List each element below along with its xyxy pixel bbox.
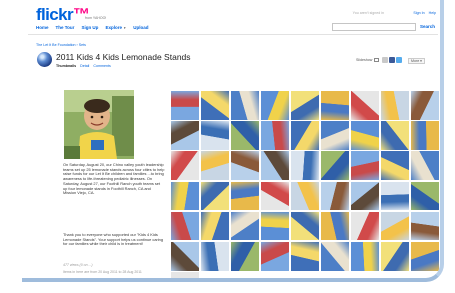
photo-thumbnail[interactable] (350, 211, 380, 241)
photo-thumbnail[interactable] (171, 91, 200, 120)
main-nav: Home The Tour Sign Up Explore ▼ Upload (36, 25, 148, 30)
photo-thumbnail[interactable] (290, 121, 320, 150)
photo-thumbnail[interactable] (380, 211, 410, 241)
breadcrumb[interactable]: The Let It Be Foundation › Sets (36, 43, 86, 47)
photo-thumbnail[interactable] (230, 121, 260, 150)
photo-thumbnail[interactable] (380, 91, 410, 120)
photo-thumbnail[interactable] (200, 151, 230, 180)
nav-explore-label: Explore (105, 25, 122, 30)
cover-photo-image (64, 90, 134, 159)
photo-thumbnail[interactable] (350, 121, 380, 150)
photo-thumbnail[interactable] (290, 211, 320, 241)
photo-thumbnail[interactable] (260, 91, 290, 120)
photo-thumbnail[interactable] (171, 211, 200, 241)
photo-thumbnail[interactable] (290, 241, 320, 271)
photo-thumbnail[interactable] (320, 91, 350, 120)
photo-thumbnail[interactable] (200, 181, 230, 211)
photo-thumbnail[interactable] (410, 151, 440, 180)
slideshow-button[interactable]: Slideshow (356, 58, 380, 62)
photo-thumbnail[interactable] (320, 151, 350, 180)
photo-thumbnail[interactable] (290, 181, 320, 211)
photo-thumbnail[interactable] (200, 91, 230, 120)
page-title: 2011 Kids 4 Kids Lemonade Stands (56, 52, 191, 62)
help-link[interactable]: Help (429, 11, 436, 15)
set-thanks: Thank you to everyone who supported our … (63, 232, 164, 247)
share-icons (382, 57, 402, 63)
utility-links: Sign In Help (413, 11, 436, 15)
photo-thumbnail[interactable] (320, 241, 350, 271)
header-divider (28, 34, 438, 35)
photo-thumbnail[interactable] (410, 181, 440, 211)
photo-thumbnail[interactable] (260, 181, 290, 211)
nav-home[interactable]: Home (36, 25, 49, 30)
logo-trademark: ™ (73, 5, 90, 24)
photo-thumbnail[interactable] (171, 181, 200, 211)
tab-comments[interactable]: Comments (93, 64, 110, 68)
photo-thumbnail[interactable] (320, 211, 350, 241)
photo-thumbnail[interactable] (350, 241, 380, 271)
photo-thumbnail[interactable] (410, 91, 440, 120)
photo-thumbnail[interactable] (171, 272, 200, 278)
photo-thumbnail[interactable] (200, 121, 230, 150)
nav-tour[interactable]: The Tour (56, 25, 75, 30)
nav-explore[interactable]: Explore ▼ (105, 25, 126, 30)
photo-thumbnail[interactable] (230, 181, 260, 211)
photo-thumbnail[interactable] (230, 211, 260, 241)
tab-thumbnails[interactable]: Thumbnails (56, 64, 76, 68)
flickr-logo[interactable]: flickr™ (36, 5, 90, 24)
signin-status: You aren't signed in (352, 11, 384, 15)
set-tabs: Thumbnails Detail Comments (56, 64, 111, 68)
photo-thumbnail[interactable] (350, 181, 380, 211)
photo-thumbnail[interactable] (230, 91, 260, 120)
search-button[interactable]: Search (420, 24, 435, 29)
photo-thumbnail[interactable] (230, 241, 260, 271)
photo-thumbnail[interactable] (380, 181, 410, 211)
photo-thumbnail[interactable] (380, 241, 410, 271)
photo-thumbnail[interactable] (200, 211, 230, 241)
photo-thumbnail[interactable] (320, 181, 350, 211)
view-count: 477 views (0 on ...) (63, 263, 93, 267)
photo-thumbnail[interactable] (171, 121, 200, 150)
photo-thumbnail[interactable] (380, 121, 410, 150)
photo-grid (171, 91, 440, 278)
search-input[interactable] (332, 23, 416, 31)
twitter-share-icon[interactable] (396, 57, 402, 63)
signin-link[interactable]: Sign In (413, 11, 424, 15)
more-button[interactable]: More ▾ (408, 58, 425, 64)
tab-detail[interactable]: Detail (80, 64, 89, 68)
photo-thumbnail[interactable] (350, 151, 380, 180)
nav-upload[interactable]: Upload (133, 25, 148, 30)
photo-thumbnail[interactable] (260, 241, 290, 271)
photo-thumbnail[interactable] (260, 211, 290, 241)
date-range: Items in here are from 20 Aug 2011 to 28… (63, 270, 142, 274)
planet-set-icon (37, 52, 52, 67)
facebook-share-icon[interactable] (389, 57, 395, 63)
logo-subtitle: from YAHOO! (85, 16, 107, 20)
photo-thumbnail[interactable] (230, 151, 260, 180)
slideshow-label: Slideshow (356, 58, 373, 62)
nav-signup[interactable]: Sign Up (81, 25, 98, 30)
photo-thumbnail[interactable] (290, 91, 320, 120)
chevron-down-icon: ▼ (123, 26, 127, 30)
photo-thumbnail[interactable] (410, 211, 440, 241)
browser-frame: flickr™ from YAHOO! You aren't signed in… (22, 0, 444, 282)
photo-thumbnail[interactable] (260, 121, 290, 150)
cover-photo[interactable] (64, 90, 134, 159)
photo-thumbnail[interactable] (290, 151, 320, 180)
photo-thumbnail[interactable] (171, 151, 200, 180)
photo-thumbnail[interactable] (410, 241, 440, 271)
email-share-icon[interactable] (382, 57, 388, 63)
photo-thumbnail[interactable] (260, 151, 290, 180)
set-description: On Saturday, August 20, our Chino valley… (63, 162, 165, 196)
play-icon (374, 58, 380, 62)
logo-text: flickr (36, 5, 74, 24)
photo-thumbnail[interactable] (380, 151, 410, 180)
photo-thumbnail[interactable] (410, 121, 440, 150)
photo-thumbnail[interactable] (350, 91, 380, 120)
photo-thumbnail[interactable] (320, 121, 350, 150)
photo-thumbnail[interactable] (171, 241, 200, 271)
photo-thumbnail[interactable] (200, 241, 230, 271)
